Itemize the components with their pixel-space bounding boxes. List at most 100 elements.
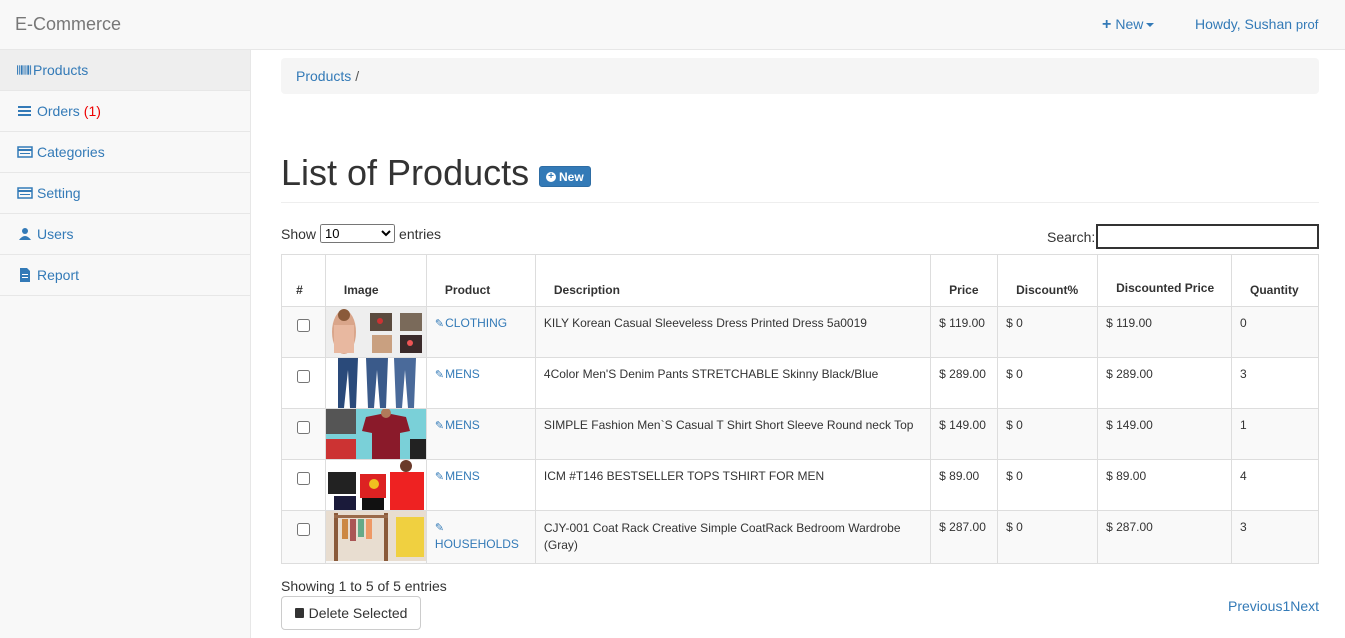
row-checkbox[interactable]	[296, 421, 310, 434]
orders-count-badge: (1)	[83, 103, 101, 119]
product-category: CLOTHING	[445, 316, 508, 330]
page-size-select[interactable]: 10	[320, 224, 396, 243]
row-select-cell	[281, 357, 326, 409]
product-description: CJY-001 Coat Rack Creative Simple CoatRa…	[534, 510, 932, 564]
header-number[interactable]: #	[281, 254, 326, 307]
breadcrumb-products-link[interactable]: Products	[296, 68, 351, 84]
sidebar-item-label: Orders	[37, 103, 80, 119]
pagination-previous[interactable]: Previous	[1228, 598, 1282, 614]
sidebar-item-users[interactable]: Users	[0, 214, 250, 255]
search-label: Search:	[1047, 228, 1096, 245]
show-label: Show	[281, 225, 317, 242]
product-image-cell	[324, 408, 427, 460]
table-row: ✎CLOTHING KILY Korean Casual Sleeveless …	[281, 306, 1320, 358]
header-product[interactable]: Product	[425, 254, 536, 307]
product-thumbnail[interactable]	[325, 358, 426, 408]
pagination: Previous 1 Next	[1228, 598, 1319, 614]
product-thumbnail[interactable]	[325, 409, 426, 459]
pencil-icon: ✎	[434, 369, 445, 381]
pencil-icon: ✎	[434, 471, 445, 483]
product-price: $ 89.00	[930, 459, 999, 511]
list-icon	[18, 106, 31, 116]
user-menu[interactable]: Howdy, Sushan prof	[1195, 16, 1345, 32]
pencil-icon: ✎	[434, 420, 445, 432]
product-discounted-price: $ 89.00	[1097, 459, 1232, 511]
sidebar-item-label: Categories	[37, 144, 105, 160]
barcode-icon	[17, 65, 32, 75]
breadcrumb: Products /	[281, 58, 1319, 94]
product-category-cell: ✎MENS	[425, 357, 536, 409]
row-checkbox[interactable]	[296, 319, 310, 332]
new-dropdown-label: New	[1115, 16, 1144, 32]
product-thumbnail[interactable]	[325, 460, 426, 510]
user-profile-link[interactable]: prof	[1296, 17, 1318, 32]
header-discount[interactable]: Discount%	[997, 254, 1099, 307]
product-quantity: 3	[1230, 510, 1320, 564]
new-dropdown[interactable]: + New	[1102, 16, 1155, 34]
product-thumbnail[interactable]	[325, 307, 426, 357]
row-checkbox[interactable]	[296, 523, 310, 536]
sidebar-item-setting[interactable]: Setting	[0, 173, 250, 214]
sidebar-item-report[interactable]: Report	[0, 255, 250, 296]
row-select-cell	[281, 510, 326, 564]
products-table: # Image Product Description Price Discou…	[281, 254, 1320, 564]
product-discounted-price: $ 287.00	[1097, 510, 1232, 564]
product-price: $ 287.00	[930, 510, 999, 564]
settings-card-icon	[17, 187, 33, 199]
edit-product-link[interactable]: ✎CLOTHING	[435, 316, 507, 330]
row-select-cell	[281, 459, 326, 511]
entries-label: entries	[399, 225, 442, 242]
row-checkbox[interactable]	[296, 472, 310, 485]
row-select-cell	[281, 408, 326, 460]
new-product-button[interactable]: + New	[539, 166, 591, 187]
caret-down-icon	[1146, 23, 1155, 28]
sidebar-item-label: Report	[37, 267, 80, 283]
product-price: $ 149.00	[930, 408, 999, 460]
edit-product-link[interactable]: ✎MENS	[435, 418, 480, 432]
product-description: 4Color Men'S Denim Pants STRETCHABLE Ski…	[534, 357, 932, 409]
sidebar-item-label: Users	[37, 226, 74, 242]
file-icon	[20, 268, 30, 282]
product-category: MENS	[445, 418, 480, 432]
product-category: HOUSEHOLDS	[434, 537, 519, 551]
edit-product-link[interactable]: ✎MENS	[435, 469, 480, 483]
search-control: Search:	[1047, 224, 1320, 249]
product-description: KILY Korean Casual Sleeveless Dress Prin…	[534, 306, 932, 358]
pagination-next[interactable]: Next	[1290, 598, 1319, 614]
product-thumbnail[interactable]	[325, 511, 426, 561]
brand-logo[interactable]: E-Commerce	[15, 14, 121, 35]
sidebar: Products Orders (1) Categories Setting U…	[0, 50, 251, 638]
product-image-cell	[324, 510, 427, 564]
pagination-page-1[interactable]: 1	[1282, 598, 1290, 614]
new-product-label: New	[559, 169, 584, 184]
product-category-cell: ✎CLOTHING	[425, 306, 536, 358]
delete-selected-button[interactable]: Delete Selected	[281, 596, 421, 630]
sidebar-item-orders[interactable]: Orders (1)	[0, 91, 250, 132]
header-description[interactable]: Description	[534, 254, 932, 307]
edit-product-link[interactable]: ✎ HOUSEHOLDS	[435, 520, 519, 551]
sidebar-item-categories[interactable]: Categories	[0, 132, 250, 173]
row-select-cell	[281, 306, 326, 358]
table-row: ✎MENS 4Color Men'S Denim Pants STRETCHAB…	[281, 357, 1320, 409]
row-checkbox[interactable]	[296, 370, 310, 383]
trash-icon	[294, 608, 304, 618]
product-quantity: 3	[1230, 357, 1320, 409]
table-info: Showing 1 to 5 of 5 entries	[281, 578, 447, 594]
header-discounted-price[interactable]: Discounted Price	[1097, 254, 1232, 307]
edit-product-link[interactable]: ✎MENS	[435, 367, 480, 381]
product-category-cell: ✎MENS	[425, 459, 536, 511]
pencil-icon: ✎	[434, 522, 445, 534]
product-category-cell: ✎MENS	[425, 408, 536, 460]
header-price[interactable]: Price	[930, 254, 999, 307]
page-size-control: Show 10 entries	[281, 224, 441, 243]
product-discount: $ 0	[997, 306, 1099, 358]
header-quantity[interactable]: Quantity	[1230, 254, 1320, 307]
search-input[interactable]	[1096, 224, 1320, 249]
header-image[interactable]: Image	[324, 254, 427, 307]
sidebar-item-products[interactable]: Products	[0, 50, 250, 91]
product-quantity: 0	[1230, 306, 1320, 358]
table-row: ✎MENS SIMPLE Fashion Men`S Casual T Shir…	[281, 408, 1320, 460]
table-row: ✎ HOUSEHOLDS CJY-001 Coat Rack Creative S…	[281, 510, 1320, 564]
product-price: $ 119.00	[930, 306, 999, 358]
product-description: SIMPLE Fashion Men`S Casual T Shirt Shor…	[534, 408, 932, 460]
